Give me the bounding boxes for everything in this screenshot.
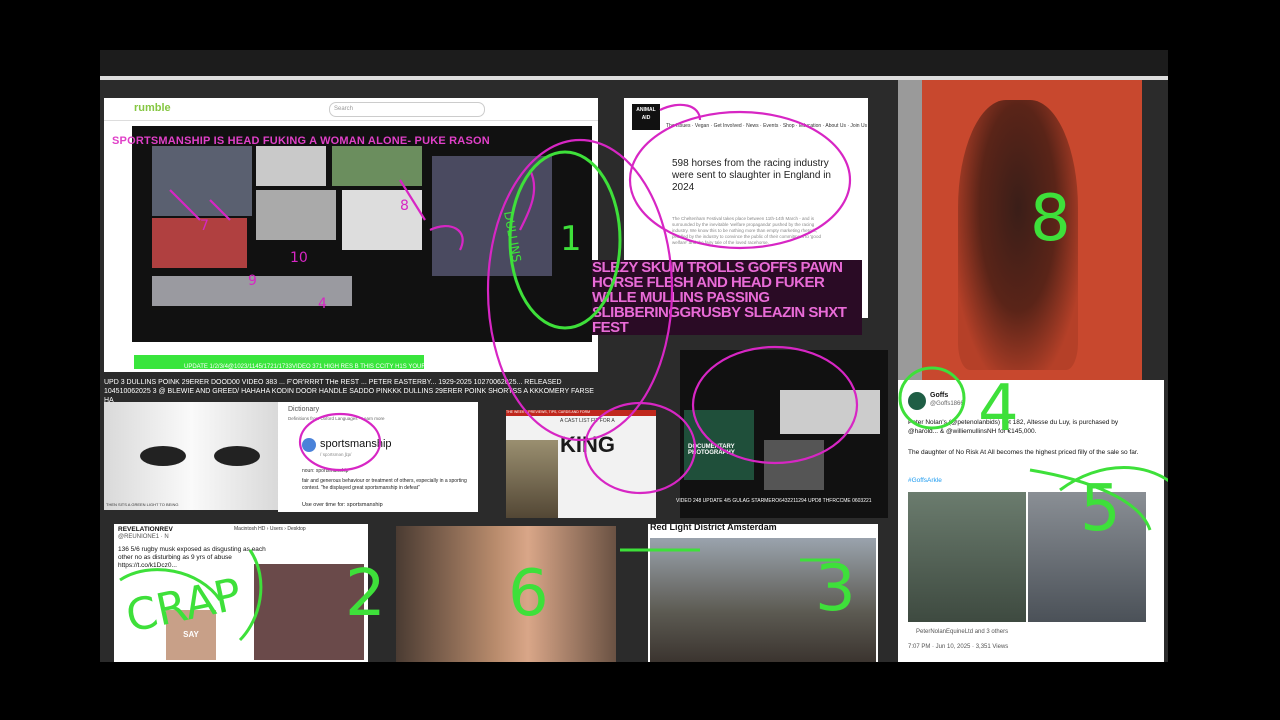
nav-item-about[interactable]: About Us: [825, 123, 846, 129]
tweet-handle[interactable]: @REUNIONE1 · N: [118, 534, 169, 540]
video-thumb: [152, 146, 252, 216]
video-thumb: [256, 190, 336, 240]
banner-line: SLEZY SKUM TROLLS GOFFS PAWN: [592, 260, 862, 275]
banner-line: WILLE MULLINS PASSING: [592, 290, 862, 305]
video-thumb: [332, 146, 422, 186]
rumble-video-caption: UPD 3 DULLINS POINK 29ERER DOOD00 VIDEO …: [104, 378, 598, 405]
update-line: UPDATE 1/2/3/4@1023/1145/1721/1733VIDEO …: [184, 364, 543, 370]
path-item[interactable]: Users: [270, 526, 283, 532]
woman-photo: [898, 80, 1142, 380]
search-input[interactable]: Search: [329, 102, 485, 117]
phonetic: /ˈspɔrtsmənˌʃɪp/: [320, 452, 352, 457]
video-thumb: [152, 276, 352, 306]
dictionary-card: Dictionary Definitions from Oxford Langu…: [278, 402, 478, 512]
canal-photo: [650, 538, 876, 662]
definition: fair and generous behaviour or treatment…: [302, 478, 467, 491]
amsterdam-street: Red Light District Amsterdam: [648, 524, 878, 662]
banner-line: HORSE FLESH AND HEAD FUKER: [592, 275, 862, 290]
avatar[interactable]: [908, 392, 926, 410]
nav-item-events[interactable]: Events: [763, 123, 778, 129]
say-cheese-image: SAY CHEESE: [166, 610, 216, 660]
eyes-photo: THEN SITS A GREEN LIGHT TO BEING: [104, 402, 278, 510]
nav-item-vegan[interactable]: Vegan: [695, 123, 709, 129]
hashtag-link[interactable]: #GoffsArkle: [908, 477, 942, 484]
part-of-speech: noun: sportsmanship: [302, 468, 349, 474]
trainers-photo[interactable]: [1028, 492, 1146, 622]
documentary-label: DOCUMENTARY PHOTOGRAPHY: [688, 444, 735, 456]
nav-item-education[interactable]: Education: [799, 123, 821, 129]
documentary-collage: DOCUMENTARY PHOTOGRAPHY: [680, 350, 888, 518]
nav-item-get-involved[interactable]: Get Involved: [714, 123, 742, 129]
tweet-handle[interactable]: @Goffs1866: [930, 401, 964, 407]
animal-aid-nav: The Issues · Vegan · Get Involved · News…: [666, 123, 868, 129]
left-eye: [140, 446, 186, 466]
rumble-header: rumble Search: [104, 98, 598, 121]
video-thumb: [152, 218, 247, 268]
video-player[interactable]: [132, 126, 592, 342]
speaker-icon[interactable]: [302, 438, 316, 452]
cover-headline: KING: [560, 432, 615, 457]
usage-link[interactable]: Use over time for: sportsmanship: [302, 502, 383, 508]
magazine-mast: THE WEEK'S PREVIEWS, TIPS, CARDS AND FOR…: [506, 410, 656, 416]
banner-line: FEST: [592, 320, 862, 335]
animal-aid-logo[interactable]: ANIMAL AID: [632, 104, 660, 130]
trainer-smiling-photo: [396, 526, 616, 662]
video-thumb: [342, 190, 422, 250]
finder-path: Macintosh HD › Users › Desktop: [234, 526, 306, 532]
rumble-logo[interactable]: rumble: [134, 102, 171, 114]
revelation-tweet-panel: REVELATIONREV @REUNIONE1 · N Macintosh H…: [114, 524, 368, 662]
rumble-screenshot: rumble Search SPORTSMANSHIP IS HEAD FUKI…: [104, 98, 598, 372]
jockey-photo: [506, 440, 558, 518]
right-eye: [214, 446, 260, 466]
eyes-caption: THEN SITS A GREEN LIGHT TO BEING: [106, 502, 179, 507]
caption-text: UPD 3 DULLINS POINK 29ERER DOOD00 VIDEO …: [104, 379, 594, 404]
goffs-tweet: Goffs @Goffs1866 Peter Nolan's (@petenol…: [898, 380, 1164, 662]
tweet-text-2: The daughter of No Risk At All becomes t…: [908, 449, 1139, 456]
window-title-bar: [100, 50, 1168, 76]
banner-line: SLIBBERINGGRUSBY SLEAZIN SHXT: [592, 305, 862, 320]
king-magazine-cover: THE WEEK'S PREVIEWS, TIPS, CARDS AND FOR…: [506, 410, 656, 518]
pink-overlay-banner: SLEZY SKUM TROLLS GOFFS PAWN HORSE FLESH…: [592, 260, 862, 352]
nav-item-shop[interactable]: Shop: [783, 123, 795, 129]
figure-silhouette: [958, 100, 1078, 370]
tweet-author[interactable]: Goffs: [930, 392, 948, 399]
tagged-users[interactable]: PeterNolanEquineLtd and 3 others: [916, 629, 1008, 635]
path-item[interactable]: Desktop: [287, 526, 305, 532]
cover-kicker: A CAST LIST FIT FOR A: [560, 418, 615, 424]
photo-frame-edge: [898, 80, 922, 380]
article-body: The Cheltenham Festival takes place betw…: [672, 216, 821, 245]
video-thumb: [256, 146, 326, 186]
definitions-from[interactable]: Definitions from Oxford Languages · Lear…: [288, 416, 385, 421]
video-248-caption: VIDEO 248 UPDATE 4/5 GULAG STARMERO64322…: [676, 498, 872, 504]
tweet-text: 136 5/6 rugby musk exposed as disgusting…: [118, 546, 266, 569]
article-title: 598 horses from the racing industry were…: [672, 158, 831, 193]
photo-grid: [254, 564, 364, 660]
dictionary-source: Dictionary: [288, 406, 320, 413]
news-thumb: [764, 440, 824, 490]
amsterdam-title: Red Light District Amsterdam: [650, 524, 777, 532]
nav-item-issues[interactable]: The Issues: [666, 123, 690, 129]
news-thumb: [780, 390, 880, 434]
video-title-overlay: SPORTSMANSHIP IS HEAD FUKING A WOMAN ALO…: [112, 135, 490, 147]
documentary-book: DOCUMENTARY PHOTOGRAPHY: [684, 410, 754, 480]
tweet-timestamp: 7:07 PM · Jun 10, 2025 · 3,351 Views: [908, 644, 1009, 650]
screen-recording-canvas: rumble Search SPORTSMANSHIP IS HEAD FUKI…: [100, 50, 1168, 662]
dictionary-word: sportsmanship: [320, 438, 392, 450]
sale-ring-photo[interactable]: [908, 492, 1026, 622]
path-item[interactable]: Macintosh HD: [234, 526, 265, 532]
tweet-text: Peter Nolan's (@petenolanbids) Lot 182, …: [908, 419, 1119, 435]
tweet-author[interactable]: REVELATIONREV: [118, 526, 173, 533]
video-thumb: [432, 156, 552, 276]
nav-item-join[interactable]: Join Us: [850, 123, 867, 129]
nav-item-news[interactable]: News: [746, 123, 759, 129]
